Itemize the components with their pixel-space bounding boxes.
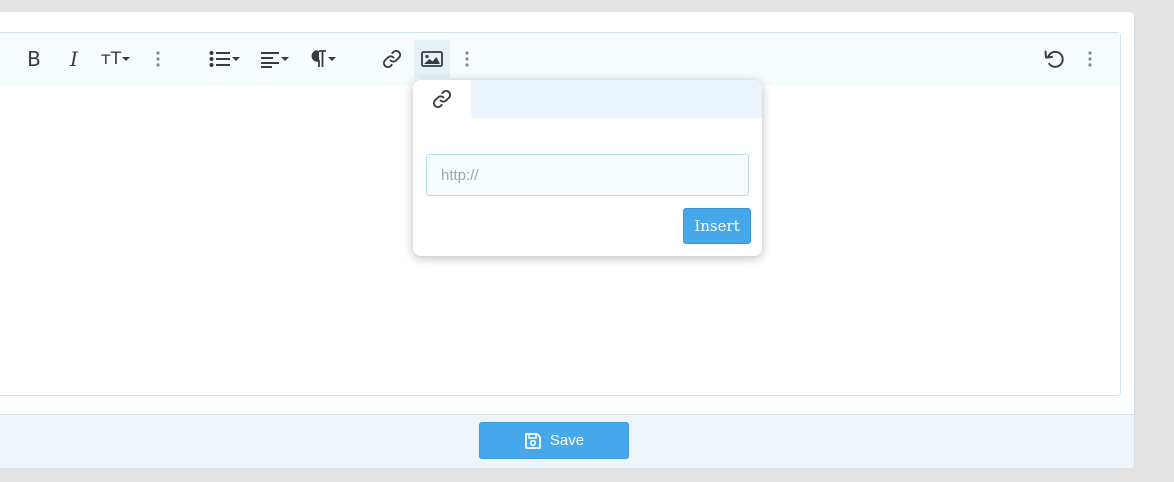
floppy-disk-icon [524,432,541,449]
chevron-down-icon [328,57,336,61]
more-misc-button[interactable] [1081,40,1099,78]
italic-icon: I [70,47,78,71]
insert-link-button[interactable] [374,40,410,78]
list-button[interactable] [205,40,245,78]
align-button[interactable] [255,40,295,78]
more-text-icon [156,51,160,67]
paragraph-button[interactable] [304,40,344,78]
editor-toolbar: B I тT [0,33,1120,85]
save-label: Save [549,432,585,449]
insert-image-popup: Insert [413,80,762,256]
more-misc-icon [1088,51,1092,67]
align-icon [261,52,279,68]
save-button[interactable]: Save [479,422,629,459]
paragraph-icon [311,50,326,67]
image-icon [421,51,443,67]
tab-image-by-url[interactable] [413,80,471,118]
bold-icon: B [27,47,41,71]
editor-footer: Save [0,414,1134,468]
italic-button[interactable]: I [60,40,88,78]
bold-button[interactable]: B [20,40,48,78]
text-size-icon: тT [100,49,122,69]
undo-icon [1044,50,1064,68]
link-icon [433,90,451,108]
text-size-button[interactable]: тT [94,40,138,78]
more-text-button[interactable] [149,40,167,78]
chevron-down-icon [122,57,131,61]
popup-tab-bar [413,80,762,118]
list-icon [209,51,230,67]
more-insert-button[interactable] [458,40,476,78]
chevron-down-icon [232,57,240,61]
insert-image-button[interactable] [414,40,450,78]
image-url-input[interactable] [426,154,749,196]
undo-button[interactable] [1040,40,1068,78]
more-insert-icon [465,51,469,67]
chevron-down-icon [281,57,289,61]
link-icon [383,50,401,68]
insert-button[interactable]: Insert [683,208,751,244]
